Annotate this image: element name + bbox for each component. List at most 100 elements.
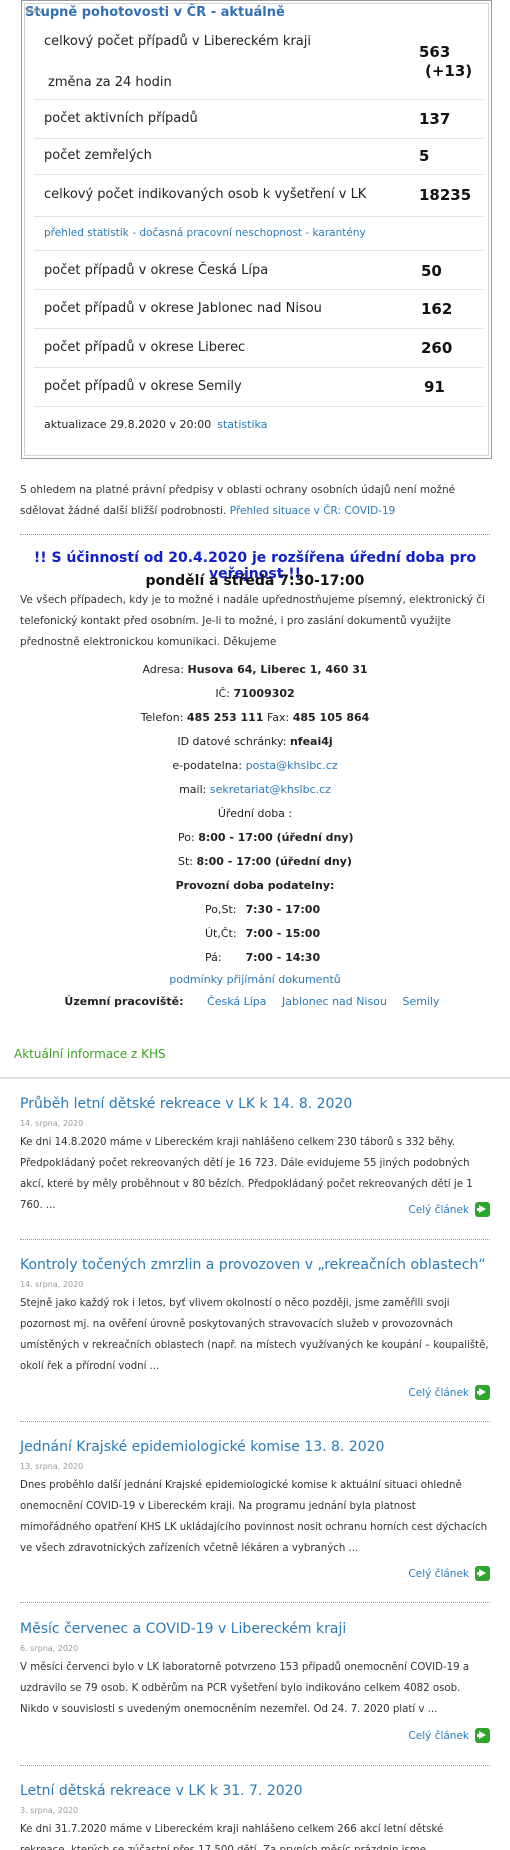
stat-value-liberec: 260 bbox=[421, 339, 453, 357]
databox-value: nfeai4j bbox=[289, 735, 333, 748]
stats-row-deaths: počet zemřelých 5 bbox=[34, 139, 483, 175]
stats-row-total: celkový počet případů v Libereckém kraji… bbox=[34, 23, 483, 100]
fax-value: 485 105 864 bbox=[292, 711, 370, 724]
mail-label: mail: bbox=[179, 783, 207, 796]
regional-offices: Územní pracoviště: Česká Lípa Jablonec n… bbox=[0, 995, 510, 1008]
read-more-link[interactable]: Celý článek bbox=[408, 1202, 490, 1217]
stat-value-deaths: 5 bbox=[419, 147, 430, 165]
stat-value-ceska-lipa: 50 bbox=[421, 262, 442, 280]
office-hours-days: pondělí a středa 7:30-17:00 bbox=[145, 573, 365, 589]
article-title-link[interactable]: Letní dětská rekreace v LK k 31. 7. 2020 bbox=[20, 1783, 303, 1799]
epodatelna-email-link[interactable]: posta@khslbc.cz bbox=[246, 759, 338, 772]
divider bbox=[20, 534, 490, 535]
regional-link-semily[interactable]: Semily bbox=[402, 995, 439, 1008]
hours-value: 8:00 - 17:00 (úřední dny) bbox=[198, 831, 354, 844]
filing-hours-fr: Pá: 7:00 - 14:30 bbox=[205, 951, 320, 964]
article-date: 6. srpna, 2020 bbox=[20, 1644, 79, 1653]
article-excerpt: Stejně jako každý rok i letos, byť vlive… bbox=[20, 1298, 489, 1372]
stat-value-tested: 18235 bbox=[419, 186, 472, 204]
read-more-link[interactable]: Celý článek bbox=[408, 1566, 490, 1581]
office-hours-label: Úřední doba : bbox=[217, 807, 293, 820]
stats-row-overview: přehled statistik - dočasná pracovní nes… bbox=[34, 217, 483, 251]
hours-value: 7:00 - 15:00 bbox=[245, 927, 321, 940]
filing-hours-label: Provozní doba podatelny: bbox=[175, 879, 335, 892]
day-label: St: bbox=[178, 855, 194, 868]
stats-row-liberec: počet případů v okrese Liberec 260 bbox=[34, 329, 483, 368]
stats-row-ceska-lipa: počet případů v okrese Česká Lípa 50 bbox=[34, 251, 483, 290]
read-more-label: Celý článek bbox=[408, 1203, 469, 1216]
news-heading: Aktuální informace z KHS bbox=[14, 1047, 166, 1061]
stats-title-link[interactable]: Stav Stupně pohotovosti v ČR - aktuálně bbox=[25, 5, 285, 20]
address-label: Adresa: bbox=[142, 663, 185, 676]
article-title-link[interactable]: Měsíc červenec a COVID-19 v Libereckém k… bbox=[20, 1621, 346, 1637]
stat-value-total: 563 bbox=[419, 43, 451, 61]
office-hours-monday: Po: 8:00 - 17:00 (úřední dny) bbox=[178, 831, 354, 844]
news-article: Průběh letní dětské rekreace v LK k 14. … bbox=[20, 1093, 490, 1245]
stat-label-total: celkový počet případů v Libereckém kraji bbox=[44, 34, 311, 49]
stat-label-active: počet aktivních případů bbox=[44, 111, 198, 126]
stats-row-semily: počet případů v okrese Semily 91 bbox=[34, 368, 483, 407]
filing-hours-mo-we: Po,St: 7:30 - 17:00 bbox=[205, 903, 320, 916]
stats-row-tested: celkový počet indikovaných osob k vyšetř… bbox=[34, 175, 483, 217]
stat-value-active: 137 bbox=[419, 110, 451, 128]
stats-row-jablonec: počet případů v okrese Jablonec nad Niso… bbox=[34, 290, 483, 329]
document-conditions-link[interactable]: podmínky přijímání dokumentů bbox=[169, 973, 341, 986]
stat-label-liberec: počet případů v okrese Liberec bbox=[44, 340, 246, 355]
phone-line: Telefon: 485 253 111 Fax: 485 105 864 bbox=[0, 711, 510, 724]
stats-title-text: Stupně pohotovosti v ČR - aktuálně bbox=[25, 5, 285, 20]
stats-row-update: aktualizace 29.8.2020 v 20:00 statistika bbox=[34, 407, 483, 445]
stat-label-jablonec: počet případů v okrese Jablonec nad Niso… bbox=[44, 301, 322, 316]
article-divider bbox=[20, 1421, 490, 1422]
news-article: Měsíc červenec a COVID-19 v Libereckém k… bbox=[20, 1618, 490, 1778]
hours-value: 7:30 - 17:00 bbox=[245, 903, 321, 916]
news-divider bbox=[0, 1077, 510, 1079]
arrow-right-icon bbox=[475, 1728, 490, 1743]
stat-label-tested: celkový počet indikovaných osob k vyšetř… bbox=[44, 187, 367, 202]
regional-label: Územní pracoviště: bbox=[64, 995, 184, 1008]
article-excerpt: Ke dni 31.7.2020 máme v Libereckém kraji… bbox=[20, 1824, 444, 1850]
regional-link-jablonec[interactable]: Jablonec nad Nisou bbox=[282, 995, 387, 1008]
covid-stats-box: Stav Stupně pohotovosti v ČR - aktuálně … bbox=[21, 0, 492, 459]
article-title-link[interactable]: Kontroly točených zmrzlin a provozoven v… bbox=[20, 1257, 486, 1273]
contact-preference-text: Ve všech případech, kdy je to možné i na… bbox=[20, 594, 485, 648]
secretariat-email-link[interactable]: sekretariat@khslbc.cz bbox=[210, 783, 331, 796]
news-article: Letní dětská rekreace v LK k 31. 7. 2020… bbox=[20, 1780, 490, 1850]
databox-line: ID datové schránky: nfeai4j bbox=[0, 735, 510, 748]
article-title-link[interactable]: Jednání Krajské epidemiologické komise 1… bbox=[20, 1439, 384, 1455]
ic-line: IČ: 71009302 bbox=[0, 687, 510, 700]
article-divider bbox=[20, 1602, 490, 1603]
stat-value-jablonec: 162 bbox=[421, 300, 453, 318]
article-divider bbox=[20, 1239, 490, 1240]
address-line: Adresa: Husova 64, Liberec 1, 460 31 bbox=[0, 663, 510, 676]
conditions-line: podmínky přijímání dokumentů bbox=[0, 973, 510, 986]
covid-overview-link[interactable]: Přehled situace v ČR: COVID-19 bbox=[230, 505, 396, 517]
arrow-right-icon bbox=[475, 1202, 490, 1217]
stats-title-ghost: Stav bbox=[25, 6, 43, 15]
arrow-right-icon bbox=[475, 1566, 490, 1581]
article-title-link[interactable]: Průběh letní dětské rekreace v LK k 14. … bbox=[20, 1096, 352, 1112]
overview-link[interactable]: přehled statistik - dočasná pracovní nes… bbox=[44, 227, 366, 239]
update-info: aktualizace 29.8.2020 v 20:00 statistika bbox=[44, 418, 267, 431]
update-text: aktualizace 29.8.2020 v 20:00 bbox=[44, 418, 212, 431]
day-label: Út,Čt: bbox=[205, 927, 237, 940]
article-date: 3. srpna, 2020 bbox=[20, 1806, 79, 1815]
news-article: Kontroly točených zmrzlin a provozoven v… bbox=[20, 1254, 490, 1434]
read-more-link[interactable]: Celý článek bbox=[408, 1385, 490, 1400]
article-date: 14. srpna, 2020 bbox=[20, 1280, 84, 1289]
fax-label: Fax: bbox=[266, 711, 290, 724]
article-divider bbox=[20, 1765, 490, 1766]
day-label: Po: bbox=[178, 831, 195, 844]
statistika-link[interactable]: statistika bbox=[217, 418, 267, 431]
privacy-note: S ohledem na platné právní předpisy v ob… bbox=[20, 480, 490, 522]
regional-link-ceska-lipa[interactable]: Česká Lípa bbox=[207, 995, 267, 1008]
article-excerpt: V měsíci červenci bylo v LK laboratorně … bbox=[20, 1662, 470, 1715]
read-more-link[interactable]: Celý článek bbox=[408, 1728, 490, 1743]
stat-label-ceska-lipa: počet případů v okrese Česká Lípa bbox=[44, 263, 269, 278]
stat-value-semily: 91 bbox=[424, 378, 445, 396]
phone-label: Telefon: bbox=[140, 711, 184, 724]
phone-value: 485 253 111 bbox=[186, 711, 264, 724]
stats-row-active: počet aktivních případů 137 bbox=[34, 100, 483, 139]
read-more-label: Celý článek bbox=[408, 1729, 469, 1742]
article-excerpt: Dnes proběhlo další jednání Krajské epid… bbox=[20, 1480, 488, 1554]
ic-label: IČ: bbox=[215, 687, 230, 700]
